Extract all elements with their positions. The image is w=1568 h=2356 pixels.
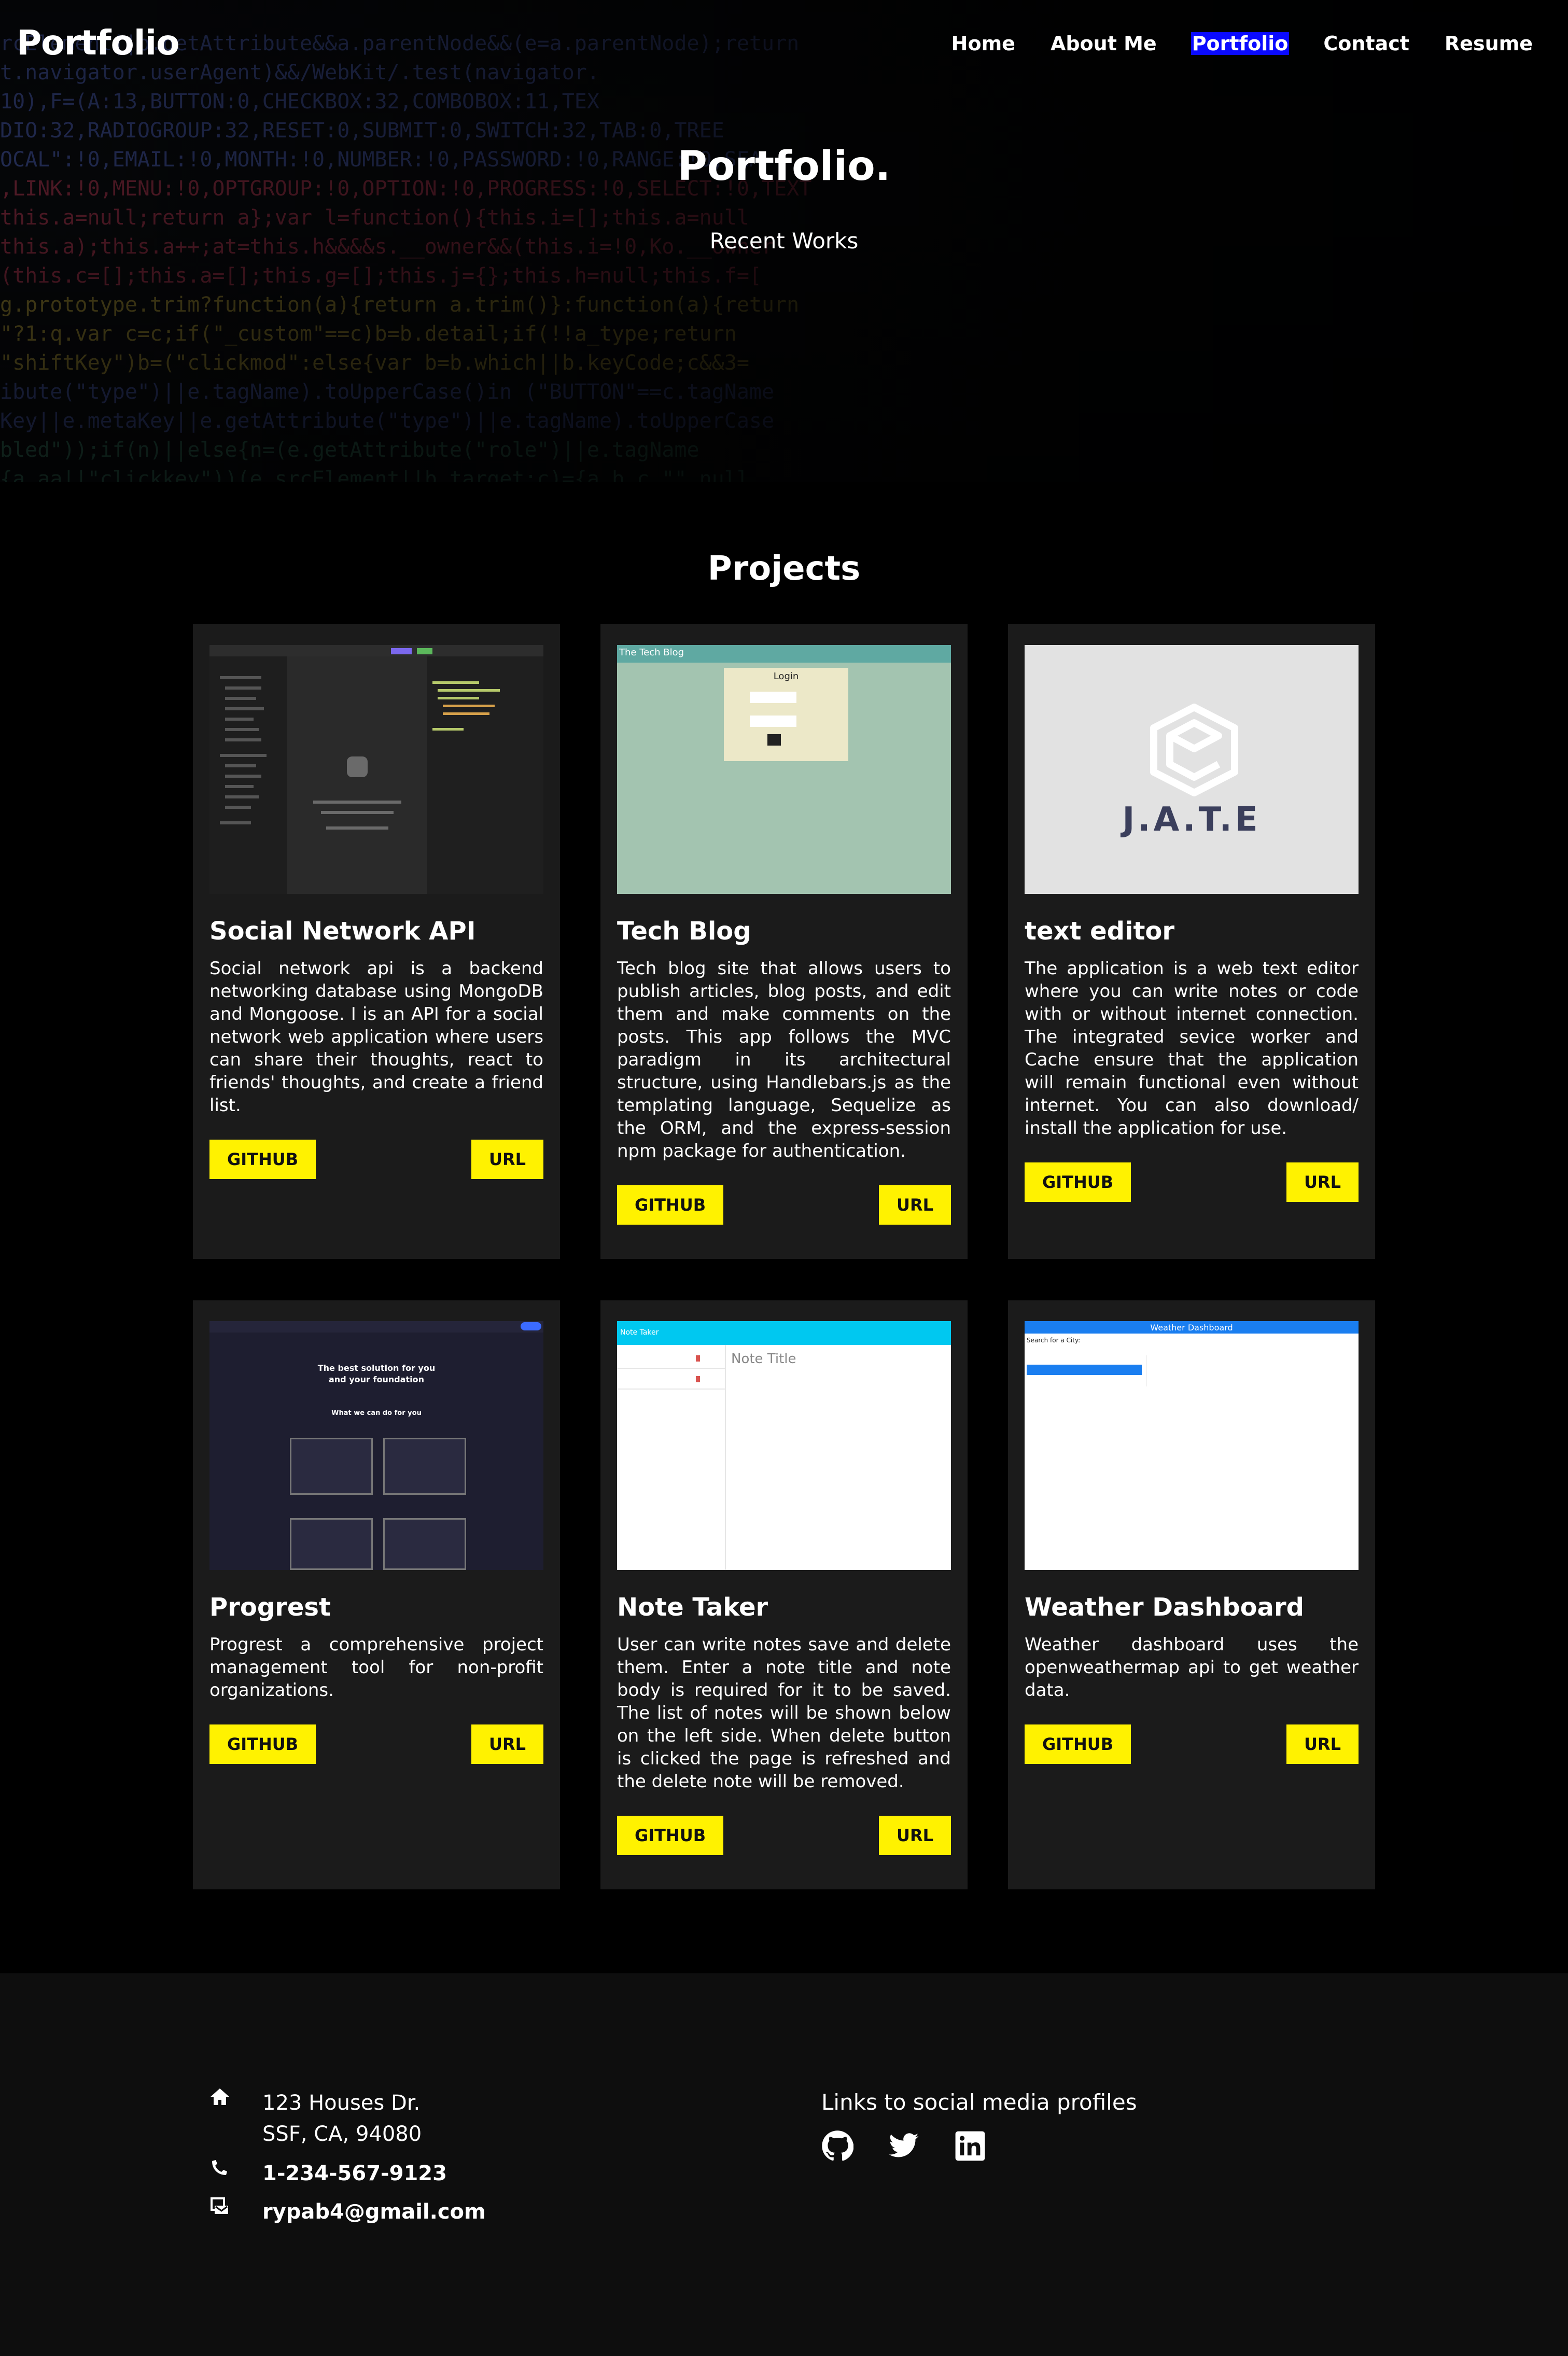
hero-subtitle: Recent Works <box>709 228 859 254</box>
mail-icon <box>209 2196 241 2221</box>
jate-logo-icon <box>1150 704 1238 796</box>
url-button[interactable]: URL <box>1286 1162 1359 1202</box>
project-description: User can write notes save and delete the… <box>617 1634 951 1792</box>
project-screenshot: J.A.T.E <box>1025 645 1359 894</box>
github-button[interactable]: GITHUB <box>1025 1724 1131 1764</box>
home-icon <box>209 2087 241 2111</box>
github-button[interactable]: GITHUB <box>617 1185 724 1225</box>
project-card-social-network-api: Social Network API Social network api is… <box>193 624 560 1259</box>
project-card-text-editor: J.A.T.E text editor The application is a… <box>1008 624 1375 1259</box>
footer-email: rypab4@gmail.com <box>209 2196 486 2227</box>
project-description: The application is a web text editor whe… <box>1025 958 1359 1139</box>
nav-home[interactable]: Home <box>950 32 1016 55</box>
project-title: text editor <box>1025 917 1175 946</box>
project-screenshot: Weather Dashboard Search for a City: <box>1025 1321 1359 1570</box>
project-description: Progrest a comprehensive project managem… <box>209 1634 543 1701</box>
linkedin-icon[interactable] <box>954 2130 986 2162</box>
github-button[interactable]: GITHUB <box>209 1724 316 1764</box>
url-button[interactable]: URL <box>878 1185 951 1225</box>
projects-heading: Projects <box>707 550 861 588</box>
github-button[interactable]: GITHUB <box>1025 1162 1131 1202</box>
social-links-label: Links to social media profiles <box>821 2089 1137 2115</box>
project-title: Social Network API <box>209 917 476 946</box>
project-card-note-taker: Note Taker Note Title Note Taker User ca… <box>600 1300 968 1889</box>
site-footer: 123 Houses Dr. SSF, CA, 94080 1-234-567-… <box>0 1973 1568 2356</box>
project-screenshot: The Tech Blog Login <box>617 645 951 894</box>
project-card-weather-dashboard: Weather Dashboard Search for a City: Wea… <box>1008 1300 1375 1889</box>
main-nav: Home About Me Portfolio Contact Resume <box>917 32 1534 55</box>
project-title: Tech Blog <box>617 917 751 946</box>
footer-phone: 1-234-567-9123 <box>209 2158 447 2189</box>
url-button[interactable]: URL <box>471 1724 543 1764</box>
project-description: Social network api is a backend networki… <box>209 958 543 1116</box>
url-button[interactable]: URL <box>878 1816 951 1855</box>
project-title: Note Taker <box>617 1593 768 1622</box>
github-icon[interactable] <box>821 2130 854 2162</box>
social-links <box>821 2130 986 2162</box>
github-button[interactable]: GITHUB <box>617 1816 724 1855</box>
project-screenshot: Note Taker Note Title <box>617 1321 951 1570</box>
nav-portfolio[interactable]: Portfolio <box>1191 32 1290 55</box>
site-logo[interactable]: Portfolio <box>17 23 179 63</box>
project-card-progrest: The best solution for you and your found… <box>193 1300 560 1889</box>
url-button[interactable]: URL <box>1286 1724 1359 1764</box>
project-description: Tech blog site that allows users to publ… <box>617 958 951 1161</box>
project-card-tech-blog: The Tech Blog Login Tech Blog Tech blog … <box>600 624 968 1259</box>
nav-resume[interactable]: Resume <box>1444 32 1534 55</box>
nav-contact[interactable]: Contact <box>1322 32 1410 55</box>
project-title: Weather Dashboard <box>1025 1593 1304 1622</box>
twitter-icon[interactable] <box>888 2130 920 2162</box>
url-button[interactable]: URL <box>471 1140 543 1179</box>
github-button[interactable]: GITHUB <box>209 1140 316 1179</box>
project-title: Progrest <box>209 1593 331 1622</box>
project-screenshot <box>209 645 543 894</box>
project-description: Weather dashboard uses the openweatherma… <box>1025 1634 1359 1701</box>
footer-address: 123 Houses Dr. SSF, CA, 94080 <box>209 2087 422 2150</box>
project-screenshot: The best solution for you and your found… <box>209 1321 543 1570</box>
hero-banner: rcElement||b.getAttribute&&a.parentNode&… <box>0 0 1568 482</box>
phone-icon <box>209 2158 241 2183</box>
nav-about-me[interactable]: About Me <box>1049 32 1158 55</box>
hero-title: Portfolio. <box>677 143 891 190</box>
